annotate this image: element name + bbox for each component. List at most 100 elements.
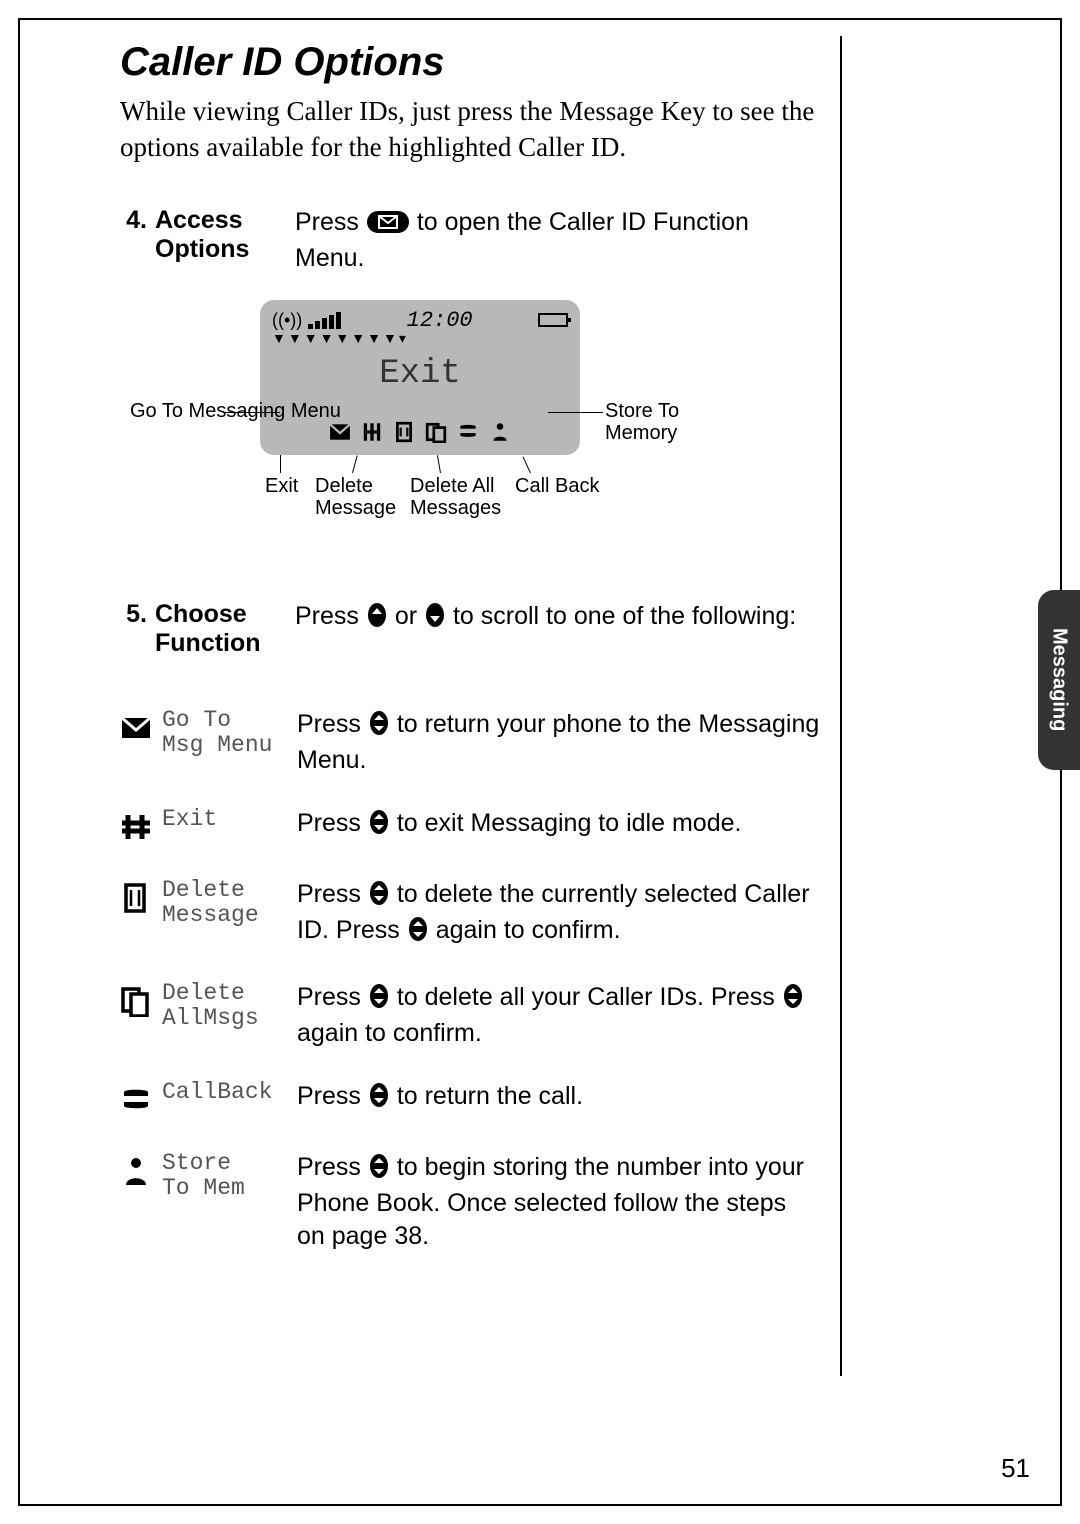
function-label-line1: Store bbox=[162, 1151, 297, 1176]
function-label-line1: Exit bbox=[162, 807, 297, 832]
nav-down-icon bbox=[424, 602, 446, 637]
step-choose-function: 5. Choose Function Press or to scroll to… bbox=[120, 600, 820, 658]
text-pre: Press bbox=[297, 1082, 361, 1110]
function-label-line2: Message bbox=[162, 903, 297, 928]
function-label: DeleteMessage bbox=[162, 878, 297, 929]
side-tab: Messaging bbox=[1038, 590, 1080, 770]
step-access-options: 4. Access Options Press to open the Call… bbox=[120, 206, 820, 275]
delete-msg-icon bbox=[393, 421, 415, 443]
page-icon bbox=[120, 878, 162, 919]
text-mid: to delete all your Caller IDs. Press bbox=[397, 983, 775, 1011]
function-row: ExitPress to exit Messaging to idle mode… bbox=[120, 807, 820, 848]
text-post: to exit Messaging to idle mode. bbox=[397, 809, 742, 837]
callout-line bbox=[522, 456, 531, 473]
text-post: to open the Caller ID Function Menu. bbox=[295, 208, 749, 273]
function-label-line1: Delete bbox=[162, 981, 297, 1006]
text-pre: Press bbox=[297, 880, 361, 908]
callout-exit: Exit bbox=[265, 475, 298, 497]
nav-icon bbox=[368, 983, 390, 1018]
function-body: Press to begin storing the number into y… bbox=[297, 1151, 820, 1253]
callout-line bbox=[280, 455, 281, 473]
lcd-screen: ((•)) 12:00 ▼▼▼▼▼▼▼▼▾ Exit bbox=[260, 300, 580, 455]
intro-paragraph: While viewing Caller IDs, just press the… bbox=[120, 93, 820, 166]
function-row: CallBackPress to return the call. bbox=[120, 1080, 820, 1121]
text-post: again to confirm. bbox=[297, 1019, 482, 1047]
function-body: Press to return your phone to the Messag… bbox=[297, 708, 820, 777]
function-row: DeleteAllMsgsPress to delete all your Ca… bbox=[120, 981, 820, 1050]
callout-left: Go To Messaging Menu bbox=[130, 400, 341, 422]
battery-icon bbox=[538, 313, 568, 327]
pages-icon bbox=[120, 981, 162, 1022]
nav-icon bbox=[368, 880, 390, 915]
function-body: Press to delete all your Caller IDs. Pre… bbox=[297, 981, 820, 1050]
callout-delete-all: Delete All Messages bbox=[410, 475, 510, 519]
vertical-divider bbox=[840, 36, 842, 1376]
text-mid: or bbox=[395, 602, 417, 630]
function-body: Press to delete the currently selected C… bbox=[297, 878, 820, 951]
nav-icon bbox=[368, 1082, 390, 1117]
hash-icon bbox=[120, 807, 162, 848]
page-title: Caller ID Options bbox=[120, 40, 820, 85]
text-pre: Press bbox=[297, 983, 361, 1011]
step-body: Press to open the Caller ID Function Men… bbox=[295, 206, 820, 275]
text-post: to return the call. bbox=[397, 1082, 583, 1110]
icon-strip bbox=[260, 421, 580, 443]
step-body: Press or to scroll to one of the followi… bbox=[295, 600, 820, 658]
callout-right: Store To Memory bbox=[605, 400, 690, 444]
function-label: Go ToMsg Menu bbox=[162, 708, 297, 759]
phone-icon bbox=[120, 1080, 162, 1121]
function-row: Go ToMsg MenuPress to return your phone … bbox=[120, 708, 820, 777]
callout-line bbox=[548, 412, 603, 413]
step-number: 5. bbox=[120, 600, 155, 658]
screen-main-text: Exit bbox=[260, 355, 580, 393]
msg-icon bbox=[120, 708, 162, 749]
page-number: 51 bbox=[1001, 1453, 1030, 1484]
nav-up-icon bbox=[366, 602, 388, 637]
nav-icon bbox=[368, 710, 390, 745]
person-icon bbox=[120, 1151, 162, 1192]
text-pre: Press bbox=[295, 602, 359, 630]
step-label: Choose Function bbox=[155, 600, 295, 658]
callout-line bbox=[352, 455, 358, 473]
step-label: Access Options bbox=[155, 206, 295, 275]
callout-callback: Call Back bbox=[515, 475, 599, 497]
phone-screen-diagram: ((•)) 12:00 ▼▼▼▼▼▼▼▼▾ Exit Go To Messagi… bbox=[130, 300, 690, 560]
text-pre: Press bbox=[297, 809, 361, 837]
exit-icon bbox=[361, 421, 383, 443]
nav-icon bbox=[782, 983, 804, 1018]
goto-msg-icon bbox=[329, 421, 351, 443]
function-label-line1: CallBack bbox=[162, 1080, 297, 1105]
text-pre: Press bbox=[295, 208, 359, 236]
nav-icon bbox=[368, 809, 390, 844]
callout-line bbox=[225, 412, 280, 413]
nav-icon bbox=[407, 916, 429, 951]
arrow-row: ▼▼▼▼▼▼▼▼▾ bbox=[272, 330, 408, 347]
text-pre: Press bbox=[297, 710, 361, 738]
function-label-line1: Go To bbox=[162, 708, 297, 733]
function-label: Exit bbox=[162, 807, 297, 832]
text-pre: Press bbox=[297, 1153, 361, 1181]
antenna-icon: ((•)) bbox=[272, 310, 302, 331]
function-row: DeleteMessagePress to delete the current… bbox=[120, 878, 820, 951]
function-label: CallBack bbox=[162, 1080, 297, 1105]
delete-all-icon bbox=[425, 421, 447, 443]
function-label-line2: AllMsgs bbox=[162, 1006, 297, 1031]
function-label-line2: To Mem bbox=[162, 1176, 297, 1201]
function-label-line2: Msg Menu bbox=[162, 733, 297, 758]
function-label-line1: Delete bbox=[162, 878, 297, 903]
nav-icon bbox=[368, 1153, 390, 1188]
function-row: StoreTo MemPress to begin storing the nu… bbox=[120, 1151, 820, 1253]
function-body: Press to return the call. bbox=[297, 1080, 820, 1117]
callout-delete-msg: Delete Message bbox=[315, 475, 405, 519]
signal-icon bbox=[308, 312, 341, 329]
envelope-key-icon bbox=[366, 210, 410, 243]
function-label: DeleteAllMsgs bbox=[162, 981, 297, 1032]
store-mem-icon bbox=[489, 421, 511, 443]
function-body: Press to exit Messaging to idle mode. bbox=[297, 807, 820, 844]
callout-line bbox=[437, 455, 441, 473]
clock-text: 12:00 bbox=[407, 308, 473, 333]
step-number: 4. bbox=[120, 206, 155, 275]
text-post: again to confirm. bbox=[436, 916, 621, 944]
function-label: StoreTo Mem bbox=[162, 1151, 297, 1202]
text-post: to scroll to one of the following: bbox=[453, 602, 796, 630]
